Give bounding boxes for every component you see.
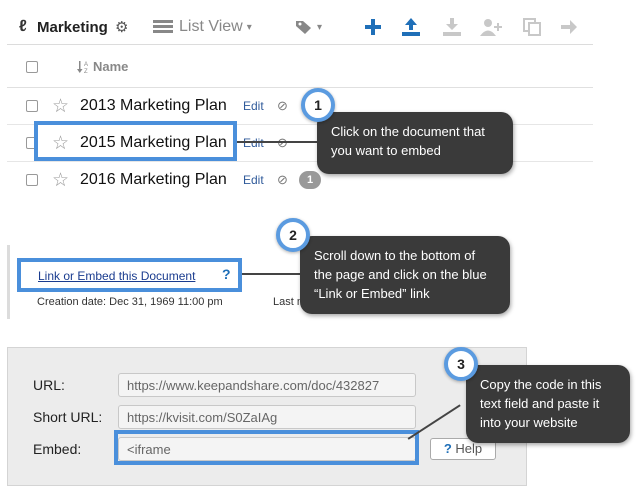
- pointer-line: [237, 141, 319, 143]
- row-checkbox[interactable]: [26, 100, 38, 112]
- step-number-2: 2: [276, 218, 310, 252]
- pointer-line: [242, 273, 302, 275]
- tag-icon: [296, 21, 311, 34]
- copy-icon[interactable]: [522, 9, 542, 45]
- column-header: AZ Name: [7, 46, 593, 88]
- arrow-right-icon[interactable]: [560, 9, 578, 45]
- not-shared-icon: ⊘: [277, 135, 288, 150]
- list-view-dropdown[interactable]: List View ▾: [153, 9, 252, 45]
- tutorial-composite: ℓ Marketing ⚙ List View ▾ ▾ A Z Name ☆ 2…: [0, 0, 644, 492]
- highlight-box-embed: [114, 430, 419, 465]
- document-title[interactable]: 2016 Marketing Plan: [80, 171, 227, 189]
- add-user-icon[interactable]: [479, 9, 503, 45]
- callout-1: Click on the document that you want to e…: [317, 112, 513, 174]
- row-checkbox[interactable]: [26, 174, 38, 186]
- chevron-down-icon: ▾: [317, 21, 323, 33]
- callout-2: Scroll down to the bottom of the page an…: [300, 236, 510, 314]
- step-number-3: 3: [444, 347, 478, 381]
- edit-link[interactable]: Edit: [243, 136, 264, 150]
- step-number-1: 1: [301, 88, 335, 122]
- creation-date: Creation date: Dec 31, 1969 11:00 pm: [37, 296, 223, 308]
- download-icon[interactable]: [442, 9, 462, 45]
- add-icon[interactable]: [364, 9, 382, 45]
- sort-icon[interactable]: AZ: [77, 60, 91, 75]
- callout-3: Copy the code in this text field and pas…: [466, 365, 630, 443]
- highlight-box-document: [34, 121, 237, 161]
- not-shared-icon: ⊘: [277, 172, 288, 187]
- short-url-label: Short URL:: [33, 409, 103, 425]
- upload-icon[interactable]: [401, 9, 421, 45]
- highlight-box-link: [17, 258, 242, 292]
- name-column-header[interactable]: Name: [93, 59, 128, 74]
- svg-text:Z: Z: [84, 69, 88, 74]
- edit-link[interactable]: Edit: [243, 173, 264, 187]
- url-field[interactable]: https://www.keepandshare.com/doc/432827: [118, 373, 416, 397]
- embed-label: Embed:: [33, 441, 82, 457]
- list-icon: [153, 20, 173, 34]
- count-badge: 1: [299, 171, 321, 189]
- folder-name: Marketing: [37, 18, 108, 36]
- star-icon[interactable]: ☆: [52, 95, 69, 118]
- not-shared-icon: ⊘: [277, 98, 288, 113]
- short-url-field[interactable]: https://kvisit.com/S0ZaIAg: [118, 405, 416, 429]
- chevron-down-icon: ▾: [246, 21, 252, 33]
- document-title[interactable]: 2013 Marketing Plan: [80, 97, 227, 115]
- url-label: URL:: [33, 377, 65, 393]
- star-icon[interactable]: ☆: [52, 169, 69, 192]
- svg-text:A: A: [84, 62, 88, 68]
- select-all-checkbox[interactable]: [26, 61, 38, 73]
- gear-icon[interactable]: ⚙: [115, 9, 128, 45]
- folder-up-icon[interactable]: ℓ: [19, 9, 27, 45]
- help-label: Help: [455, 441, 483, 456]
- toolbar: ℓ Marketing ⚙ List View ▾ ▾: [7, 9, 593, 45]
- help-question-icon: ?: [443, 441, 452, 456]
- tag-dropdown[interactable]: ▾: [295, 9, 322, 45]
- edit-link[interactable]: Edit: [243, 99, 264, 113]
- list-view-label: List View: [179, 18, 243, 35]
